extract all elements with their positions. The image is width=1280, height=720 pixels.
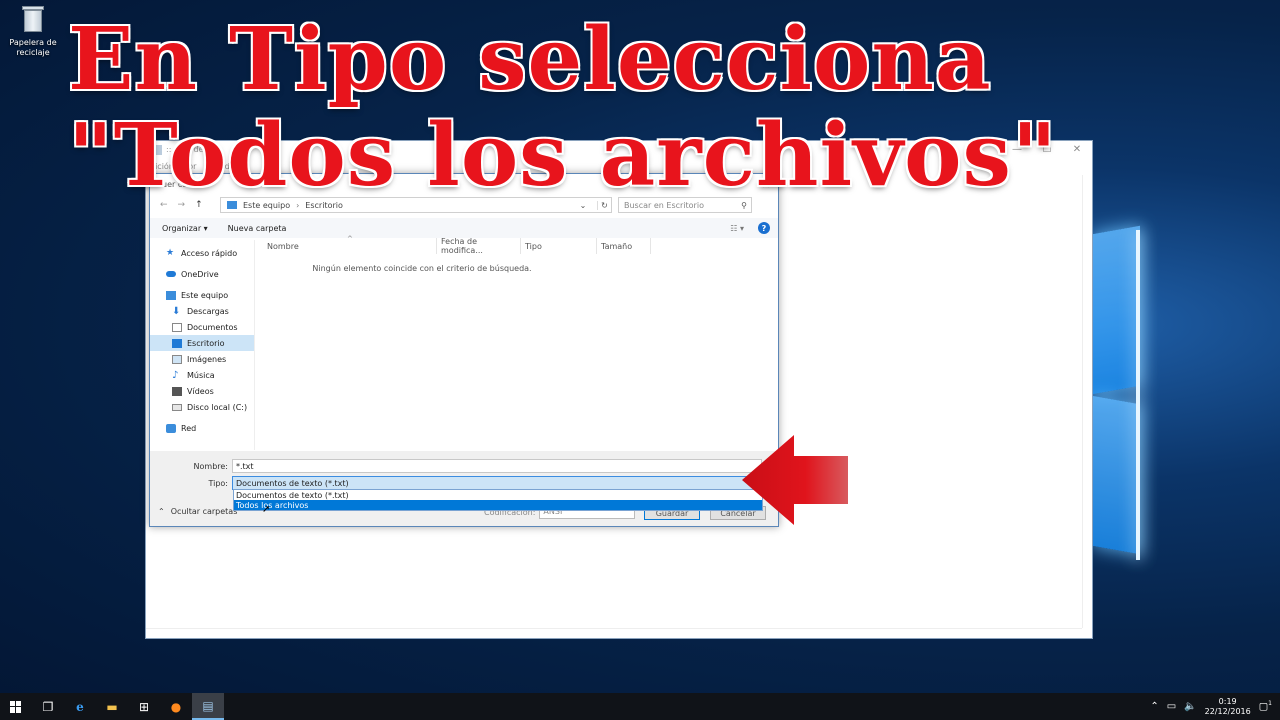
nav-item-quick-access[interactable]: ★ Acceso rápido [150, 245, 254, 261]
notification-count: 1 [1268, 700, 1272, 708]
disk-icon [172, 403, 182, 411]
dialog-bottom-panel: Nombre: *.txt Tipo: Documentos de texto … [150, 451, 778, 526]
nav-item-music[interactable]: ♪ Música [150, 367, 254, 383]
computer-icon [166, 290, 176, 300]
nav-item-videos[interactable]: Vídeos [150, 383, 254, 399]
nav-item-documents[interactable]: Documentos [150, 319, 254, 335]
network-icon [166, 423, 176, 433]
recycle-bin-desktop-icon[interactable]: Papelera de reciclaje [8, 4, 58, 58]
filename-input[interactable]: *.txt [232, 459, 762, 473]
volume-icon[interactable]: 🔈 [1184, 701, 1196, 712]
edge-browser-icon[interactable]: e [64, 693, 96, 720]
horizontal-scrollbar[interactable] [146, 628, 1082, 638]
clock[interactable]: 0:19 22/12/2016 [1205, 697, 1251, 717]
nav-label: Música [187, 370, 215, 380]
filename-label: Nombre: [193, 461, 228, 471]
nav-label: Escritorio [187, 338, 225, 348]
star-icon: ★ [166, 247, 175, 258]
notepad-taskbar-icon[interactable]: ▤ [192, 693, 224, 720]
column-size[interactable]: Tamaño [597, 238, 651, 254]
nav-label: Disco local (C:) [187, 402, 248, 412]
help-icon[interactable]: ? [758, 222, 770, 234]
filetype-select[interactable]: Documentos de texto (*.txt) [232, 476, 762, 490]
column-type[interactable]: Tipo [521, 238, 597, 254]
hide-folders-label: Ocultar carpetas [170, 507, 238, 516]
system-tray: ⌃ ▭ 🔈 0:19 22/12/2016 ▢1 [1150, 697, 1280, 717]
document-icon [172, 322, 182, 332]
organize-button[interactable]: Organizar ▾ [162, 224, 208, 233]
start-button[interactable] [0, 693, 32, 720]
nav-item-network[interactable]: Red [150, 420, 254, 436]
recycle-bin-icon [20, 4, 46, 34]
vertical-scrollbar[interactable] [1082, 175, 1092, 628]
firefox-icon[interactable]: ● [160, 693, 192, 720]
file-list: ^ Nombre Fecha de modifica... Tipo Tamañ… [257, 235, 778, 450]
tutorial-caption: En Tipo selecciona "Todos los archivos" [68, 9, 1058, 206]
store-icon[interactable]: ⊞ [128, 693, 160, 720]
nav-label: Documentos [187, 322, 238, 332]
nav-label: Vídeos [187, 386, 214, 396]
nav-label: Acceso rápido [181, 248, 238, 258]
recycle-bin-label: Papelera de reciclaje [9, 38, 57, 57]
nav-label: Imágenes [187, 354, 227, 364]
new-folder-button[interactable]: Nueva carpeta [228, 224, 287, 233]
network-icon[interactable]: ▭ [1167, 701, 1176, 712]
mouse-cursor-icon: ➚ [262, 504, 271, 515]
desktop-icon [172, 338, 182, 348]
taskbar: ❐ e ▬ ⊞ ● ▤ ⌃ ▭ 🔈 0:19 22/12/2016 ▢1 [0, 693, 1280, 720]
nav-item-local-disk[interactable]: Disco local (C:) [150, 399, 254, 415]
filetype-option-text[interactable]: Documentos de texto (*.txt) [234, 490, 762, 500]
save-as-dialog: uer como ✕ ← → ↑ Este equipo › Escritori… [149, 173, 779, 527]
column-headers: ^ Nombre Fecha de modifica... Tipo Tamañ… [257, 235, 778, 255]
clock-date: 22/12/2016 [1204, 706, 1251, 716]
nav-item-this-pc[interactable]: Este equipo [150, 287, 254, 303]
filetype-label: Tipo: [208, 478, 228, 488]
filetype-dropdown-list: Documentos de texto (*.txt) Todos los ar… [233, 489, 763, 511]
cloud-icon [166, 271, 176, 277]
nav-label: Este equipo [181, 290, 229, 300]
dialog-toolbar: Organizar ▾ Nueva carpeta ☷ ▾ ? [150, 218, 778, 238]
chevron-up-icon: ⌃ [158, 507, 165, 516]
nav-label: OneDrive [181, 269, 219, 279]
video-icon [172, 386, 182, 396]
empty-message: Ningún elemento coincide con el criterio… [312, 264, 532, 273]
view-options-button[interactable]: ☷ ▾ [730, 224, 744, 233]
nav-item-onedrive[interactable]: OneDrive [150, 266, 254, 282]
file-explorer-icon[interactable]: ▬ [96, 693, 128, 720]
nav-item-downloads[interactable]: ⬇ Descargas [150, 303, 254, 319]
download-icon: ⬇ [172, 305, 181, 317]
windows-logo-wallpaper [1092, 225, 1142, 560]
chevron-up-icon[interactable]: ⌃ [1150, 701, 1158, 712]
navigation-pane: ★ Acceso rápido OneDrive Este equipo ⬇ D… [150, 240, 255, 450]
task-view-icon[interactable]: ❐ [32, 693, 64, 720]
column-date-modified[interactable]: Fecha de modifica... [437, 237, 521, 255]
nav-label: Descargas [187, 306, 229, 316]
nav-label: Red [181, 423, 197, 433]
red-arrow-icon [742, 435, 848, 525]
nav-item-pictures[interactable]: Imágenes [150, 351, 254, 367]
image-icon [172, 354, 182, 364]
hide-folders-button[interactable]: ⌃ Ocultar carpetas [158, 507, 237, 516]
filetype-option-all-files[interactable]: Todos los archivos [234, 500, 762, 510]
sort-arrow-icon: ^ [347, 235, 353, 243]
music-icon: ♪ [172, 369, 179, 381]
nav-item-desktop[interactable]: Escritorio [150, 335, 254, 351]
clock-time: 0:19 [1218, 696, 1237, 706]
notification-center-icon[interactable]: ▢1 [1259, 700, 1272, 712]
windows-icon [10, 700, 22, 713]
